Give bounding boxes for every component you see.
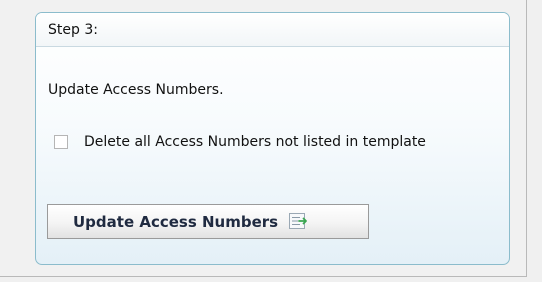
- delete-unlisted-checkbox[interactable]: [54, 135, 68, 149]
- update-access-numbers-label: Update Access Numbers: [73, 212, 279, 231]
- panel-title: Step 3:: [36, 13, 509, 47]
- list-add-icon: [289, 213, 309, 230]
- delete-unlisted-label[interactable]: Delete all Access Numbers not listed in …: [84, 134, 426, 150]
- page-frame: Step 3: Update Access Numbers. Delete al…: [0, 0, 527, 277]
- delete-unlisted-option[interactable]: Delete all Access Numbers not listed in …: [54, 134, 426, 150]
- step-description: Update Access Numbers.: [48, 82, 224, 98]
- update-access-numbers-button[interactable]: Update Access Numbers: [47, 204, 369, 239]
- step-panel: Step 3: Update Access Numbers. Delete al…: [35, 12, 510, 265]
